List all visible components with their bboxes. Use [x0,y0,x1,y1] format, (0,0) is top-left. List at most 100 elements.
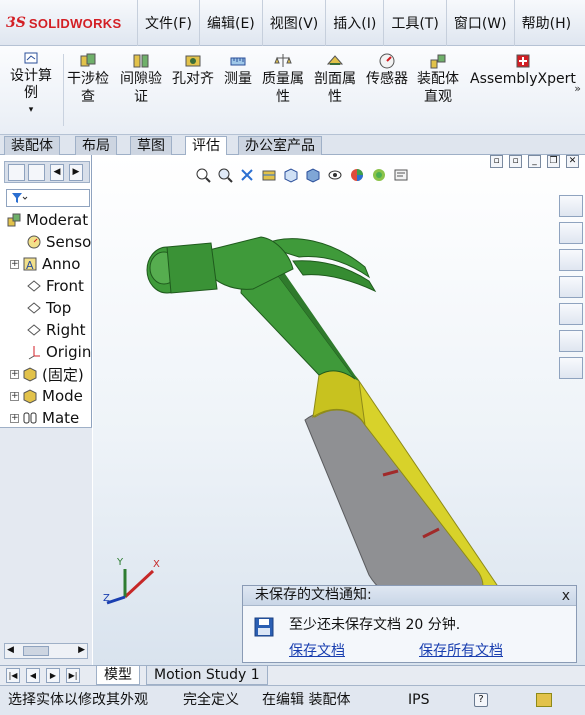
expand-icon[interactable]: + [10,369,19,379]
section-properties-label-2: 性 [328,89,342,105]
tree-node-sensors[interactable]: Senso [26,231,91,253]
feature-manager-tab-icon[interactable] [8,164,25,181]
tree-node-front-plane[interactable]: Front [26,275,84,297]
section-properties-icon [326,55,344,65]
resources-tab-icon[interactable] [559,195,583,217]
prev-tab-icon[interactable]: ◀ [26,668,40,683]
save-document-link[interactable]: 保存文档 [289,640,345,660]
assembly-visualization-button[interactable]: 装配体 直观 [417,52,459,106]
expand-icon[interactable]: + [10,413,19,423]
hole-alignment-button[interactable]: 孔对齐 [172,52,214,88]
first-tab-icon[interactable]: |◀ [6,668,20,683]
scroll-left-icon[interactable]: ◀ [7,645,14,655]
menu-file[interactable]: 文件(F) [137,0,199,46]
assemblyxpert-button[interactable]: AssemblyXpert [470,52,576,88]
tree-node-origin[interactable]: Origin [26,341,91,363]
mass-properties-icon [274,54,292,67]
tab-sketch[interactable]: 草图 [130,136,172,155]
mass-properties-button[interactable]: 质量属 性 [262,52,304,106]
tree-node-label: Origin [46,343,92,361]
tree-node-label: Mode [42,387,83,405]
appearances-tab-icon[interactable] [559,330,583,352]
tree-node-fixed-part[interactable]: + (固定) [10,363,84,385]
scroll-right-icon[interactable]: ▶ [78,645,85,655]
tab-model[interactable]: 模型 [96,666,140,685]
solidworks-logo[interactable]: 3S SOLIDWORKS [6,12,121,34]
interference-icon [80,53,96,67]
horizontal-scrollbar[interactable]: ◀ ▶ [4,643,88,659]
menu-edit[interactable]: 编辑(E) [198,0,262,46]
tree-node-top-plane[interactable]: Top [26,297,71,319]
filter-icon [12,193,28,203]
tree-node-right-plane[interactable]: Right [26,319,86,341]
tree-node-label: Top [46,299,72,317]
tree-node-label: Senso [46,233,92,251]
menu-window[interactable]: 窗口(W) [445,0,514,46]
tree-node-model[interactable]: + Mode [10,385,83,407]
assemblyxpert-label: AssemblyXpert [470,71,576,87]
status-editing: 在编辑 装配体 [262,692,351,708]
assemblyxpert-icon [516,54,530,68]
menu-tools[interactable]: 工具(T) [383,0,445,46]
rebuild-icon[interactable] [536,693,552,707]
tree-filter[interactable] [6,189,90,207]
expand-icon[interactable]: + [10,259,19,269]
section-properties-button[interactable]: 剖面属 性 [314,52,356,106]
sensor-icon [27,235,41,249]
plane-icon [27,280,41,292]
menu-help[interactable]: 帮助(H) [513,0,578,46]
feature-manager-pane: ◀ ▶ Moderat Senso + A Anno Front Top Rig [0,155,92,665]
tab-layout[interactable]: 布局 [75,136,117,155]
chevron-down-icon[interactable]: ▾ [29,102,34,119]
tab-office-products[interactable]: 办公室产品 [238,136,322,155]
units-selector[interactable]: IPS [408,691,429,709]
view-palette-tab-icon[interactable] [559,303,583,325]
unsaved-document-notification: 未保存的文档通知: x 至少还未保存文档 20 分钟. 保存文档 保存所有文档 [242,585,577,663]
menu-view[interactable]: 视图(V) [261,0,326,46]
last-tab-icon[interactable]: ▶| [66,668,80,683]
origin-icon [28,346,40,360]
mates-icon [23,412,37,424]
measure-icon [230,57,246,66]
measure-label: 测量 [224,71,252,87]
part-icon [23,389,37,404]
scroll-thumb[interactable] [23,646,49,656]
interference-label-2: 查 [81,89,95,105]
tab-evaluate[interactable]: 评估 [185,136,227,156]
expand-icon[interactable]: + [10,391,19,401]
tree-node-annotations[interactable]: + A Anno [10,253,80,275]
measure-button[interactable]: 测量 [224,52,252,88]
tree-node-mates[interactable]: + Mate [10,407,79,429]
tree-node-label: Moderat [26,211,89,229]
tab-motion-study[interactable]: Motion Study 1 [146,666,268,685]
interference-button[interactable]: 干涉检 查 [67,52,109,106]
manager-lower-area: ◀ ▶ [0,427,92,665]
more-commands-icon[interactable]: » [574,82,581,95]
file-explorer-tab-icon[interactable] [559,276,583,298]
menu-insert[interactable]: 插入(I) [325,0,383,46]
tab-scroll-left-icon[interactable]: ◀ [50,164,64,181]
tree-node-assembly[interactable]: Moderat [6,209,88,231]
notification-close-button[interactable]: x [562,587,570,605]
logo-text: SOLIDWORKS [28,15,122,31]
home-tab-icon[interactable] [559,222,583,244]
custom-properties-tab-icon[interactable] [559,357,583,379]
plane-icon [27,302,41,314]
design-library-tab-icon[interactable] [559,249,583,271]
status-definition: 完全定义 [183,692,239,708]
clearance-button[interactable]: 间隙验 证 [120,52,162,106]
mass-properties-label-2: 性 [276,89,290,105]
hole-alignment-label: 孔对齐 [172,71,214,87]
property-manager-tab-icon[interactable] [28,164,45,181]
assembly-icon [7,213,21,227]
next-tab-icon[interactable]: ▶ [46,668,60,683]
annotations-icon: A [23,257,37,272]
tab-scroll-right-icon[interactable]: ▶ [69,164,83,181]
design-study-icon [24,52,38,64]
help-icon[interactable]: ? [474,693,488,707]
toolbar-divider [63,54,64,126]
save-all-documents-link[interactable]: 保存所有文档 [419,640,503,660]
tab-assembly[interactable]: 装配体 [4,136,60,155]
design-study-button[interactable]: 设计算 例 ▾ [10,50,52,119]
sensor-button[interactable]: 传感器 [366,52,408,88]
